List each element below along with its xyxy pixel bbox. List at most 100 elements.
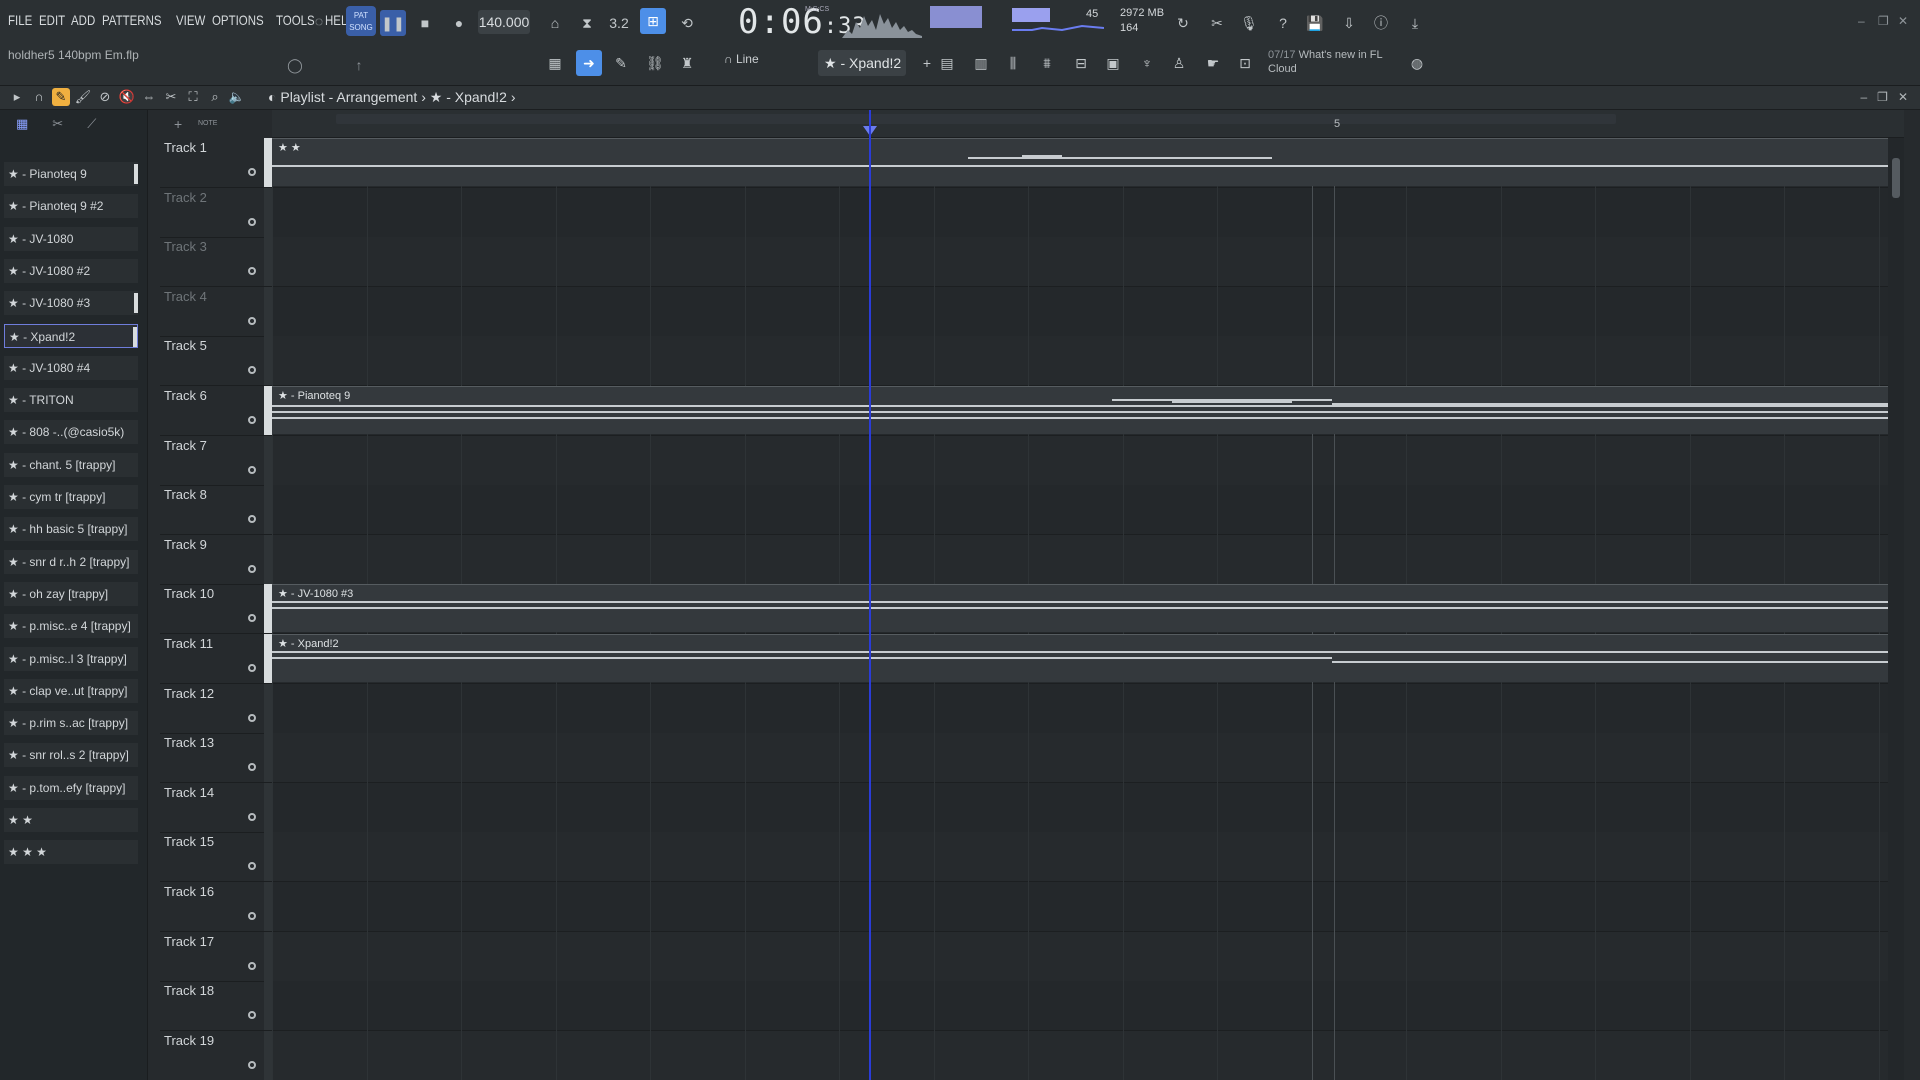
picker-item[interactable]: ★ - Xpand!2 — [4, 323, 138, 348]
track-grip[interactable] — [264, 584, 272, 634]
vertical-scrollbar[interactable] — [1888, 138, 1904, 1080]
channel-rack-icon[interactable]: ▥ — [968, 50, 994, 76]
playhead[interactable] — [869, 110, 871, 1080]
arrow-tool-icon[interactable]: ➜ — [576, 50, 602, 76]
sliders-icon[interactable]: ⩩ — [1034, 50, 1060, 76]
track-lane[interactable] — [272, 485, 1904, 536]
track-grip[interactable] — [264, 683, 272, 733]
track-lane[interactable] — [272, 1030, 1904, 1080]
menu-file[interactable]: FILE — [8, 12, 32, 28]
track-lane[interactable] — [272, 832, 1904, 883]
track-grip[interactable] — [264, 237, 272, 287]
track-grip[interactable] — [264, 832, 272, 882]
delete-tool-icon[interactable]: ⊘ — [96, 88, 114, 106]
track-lane[interactable] — [272, 534, 1904, 585]
track-mute-icon[interactable] — [248, 1011, 256, 1020]
track-mute-icon[interactable] — [248, 763, 256, 772]
picker-item[interactable]: ★ - p.misc..e 4 [trappy] — [4, 614, 138, 639]
mixer-icon[interactable]: ⫼ — [1000, 50, 1026, 76]
tempo-display[interactable]: 140.000 — [478, 10, 530, 34]
piano-roll-icon[interactable]: ▦ — [542, 50, 568, 76]
pattern-selector[interactable]: ★ - Xpand!2 — [818, 50, 906, 76]
track-lane[interactable] — [272, 931, 1904, 982]
playlist-minimize-icon[interactable]: – — [1860, 90, 1867, 104]
picker-item[interactable]: ★ - TRITON — [4, 388, 138, 413]
track-header[interactable]: Track 9 — [160, 534, 272, 585]
track-mute-icon[interactable] — [248, 564, 256, 573]
countdown-icon[interactable]: 3.2 — [606, 10, 632, 36]
track-mute-icon[interactable] — [248, 961, 256, 970]
step-edit-icon[interactable]: ⊞ — [640, 8, 666, 34]
menu-add[interactable]: ADD — [71, 12, 95, 28]
track-grip[interactable] — [264, 138, 272, 187]
pattern-clip[interactable]: ★ - Xpand!2 — [272, 634, 1904, 682]
menu-edit[interactable]: EDIT — [39, 12, 65, 28]
pencil-tool-icon[interactable]: ✎ — [608, 50, 634, 76]
track-grip[interactable] — [264, 187, 272, 237]
track-mute-icon[interactable] — [248, 862, 256, 871]
track-grip[interactable] — [264, 733, 272, 783]
slice-tool-icon[interactable]: ✂ — [162, 88, 180, 106]
loop-record-icon[interactable]: ⟲ — [674, 10, 700, 36]
track-header[interactable]: Track 4 — [160, 286, 272, 337]
magnet-snap-icon[interactable]: ∩ — [30, 88, 48, 106]
track-lane[interactable] — [272, 435, 1904, 486]
picker-item[interactable]: ★ - JV-1080 #3 — [4, 291, 138, 316]
track-lane[interactable] — [272, 336, 1904, 387]
track-header[interactable]: Track 12 — [160, 683, 272, 734]
picker-item[interactable]: ★ - clap ve..ut [trappy] — [4, 678, 138, 703]
track-header[interactable]: Track 14 — [160, 782, 272, 833]
playlist-icon[interactable]: ▤ — [934, 50, 960, 76]
picker-item[interactable]: ★ - p.misc..l 3 [trappy] — [4, 646, 138, 671]
mute-tool-icon[interactable]: 🔇 — [118, 88, 136, 106]
track-lane[interactable] — [272, 733, 1904, 784]
shop-icon[interactable]: ⊡ — [1232, 50, 1258, 76]
track-header[interactable]: Track 16 — [160, 882, 272, 932]
metronome-icon[interactable]: ⌂ — [542, 10, 568, 36]
track-grip[interactable] — [264, 336, 272, 386]
track-header[interactable]: Track 1 — [160, 138, 272, 188]
track-mute-icon[interactable] — [248, 664, 256, 672]
picker-item[interactable]: ★ - snr d r..h 2 [trappy] — [4, 549, 138, 574]
track-header[interactable]: Track 10 — [160, 584, 272, 635]
picker-item[interactable]: ★ ★ — [4, 808, 138, 832]
touch-icon[interactable]: ☛ — [1200, 50, 1226, 76]
note-mode-icon[interactable]: NOTE — [198, 120, 217, 127]
track-grip[interactable] — [264, 286, 272, 336]
playlist-close-icon[interactable]: ✕ — [1898, 90, 1908, 104]
track-lane[interactable] — [272, 981, 1904, 1032]
track-header[interactable]: Track 3 — [160, 237, 272, 288]
tools-icon[interactable]: ♙ — [1166, 50, 1192, 76]
wait-record-icon[interactable]: ⧗ — [574, 10, 600, 36]
add-track-icon[interactable]: + — [174, 116, 182, 132]
picker-item[interactable]: ★ - Pianoteq 9 #2 — [4, 194, 138, 219]
track-grip[interactable] — [264, 1030, 272, 1080]
track-grip[interactable] — [264, 782, 272, 832]
metronome-dial-icon[interactable]: ◌ — [306, 8, 332, 34]
plugin-icon[interactable]: ♆ — [1134, 50, 1160, 76]
playlist-crumb[interactable]: ★ - Xpand!2 — [430, 89, 507, 105]
undo-history-icon[interactable]: ↻ — [1170, 10, 1196, 36]
close-icon[interactable]: ✕ — [1898, 14, 1908, 28]
pattern-clip[interactable]: ★ - JV-1080 #3 — [272, 584, 1904, 633]
export-icon[interactable]: ⇩ — [1336, 10, 1362, 36]
link-icon[interactable]: ⛓ — [642, 50, 668, 76]
track-mute-icon[interactable] — [248, 217, 256, 226]
track-header[interactable]: Track 5 — [160, 336, 272, 387]
menu-options[interactable]: OPTIONS — [212, 12, 264, 28]
track-mute-icon[interactable] — [248, 316, 256, 325]
track-lane[interactable] — [272, 882, 1904, 932]
pattern-clip[interactable]: ★ ★ — [272, 138, 1904, 186]
picker-item[interactable]: ★ - oh zay [trappy] — [4, 581, 138, 606]
picker-item[interactable]: ★ - hh basic 5 [trappy] — [4, 517, 138, 542]
picker-item[interactable]: ★ - JV-1080 #2 — [4, 258, 138, 283]
timeline-ruler[interactable]: 5 — [272, 110, 1904, 138]
project-icon[interactable]: ▣ — [1100, 50, 1126, 76]
select-tool-icon[interactable]: ⛶ — [184, 88, 202, 106]
track-grip[interactable] — [264, 386, 272, 435]
save-icon[interactable]: 💾 — [1302, 10, 1328, 36]
track-header[interactable]: Track 8 — [160, 485, 272, 536]
track-lane[interactable] — [272, 286, 1904, 337]
microphone-icon[interactable]: 🎙 — [1236, 10, 1262, 36]
picker-item[interactable]: ★ - JV-1080 — [4, 226, 138, 251]
